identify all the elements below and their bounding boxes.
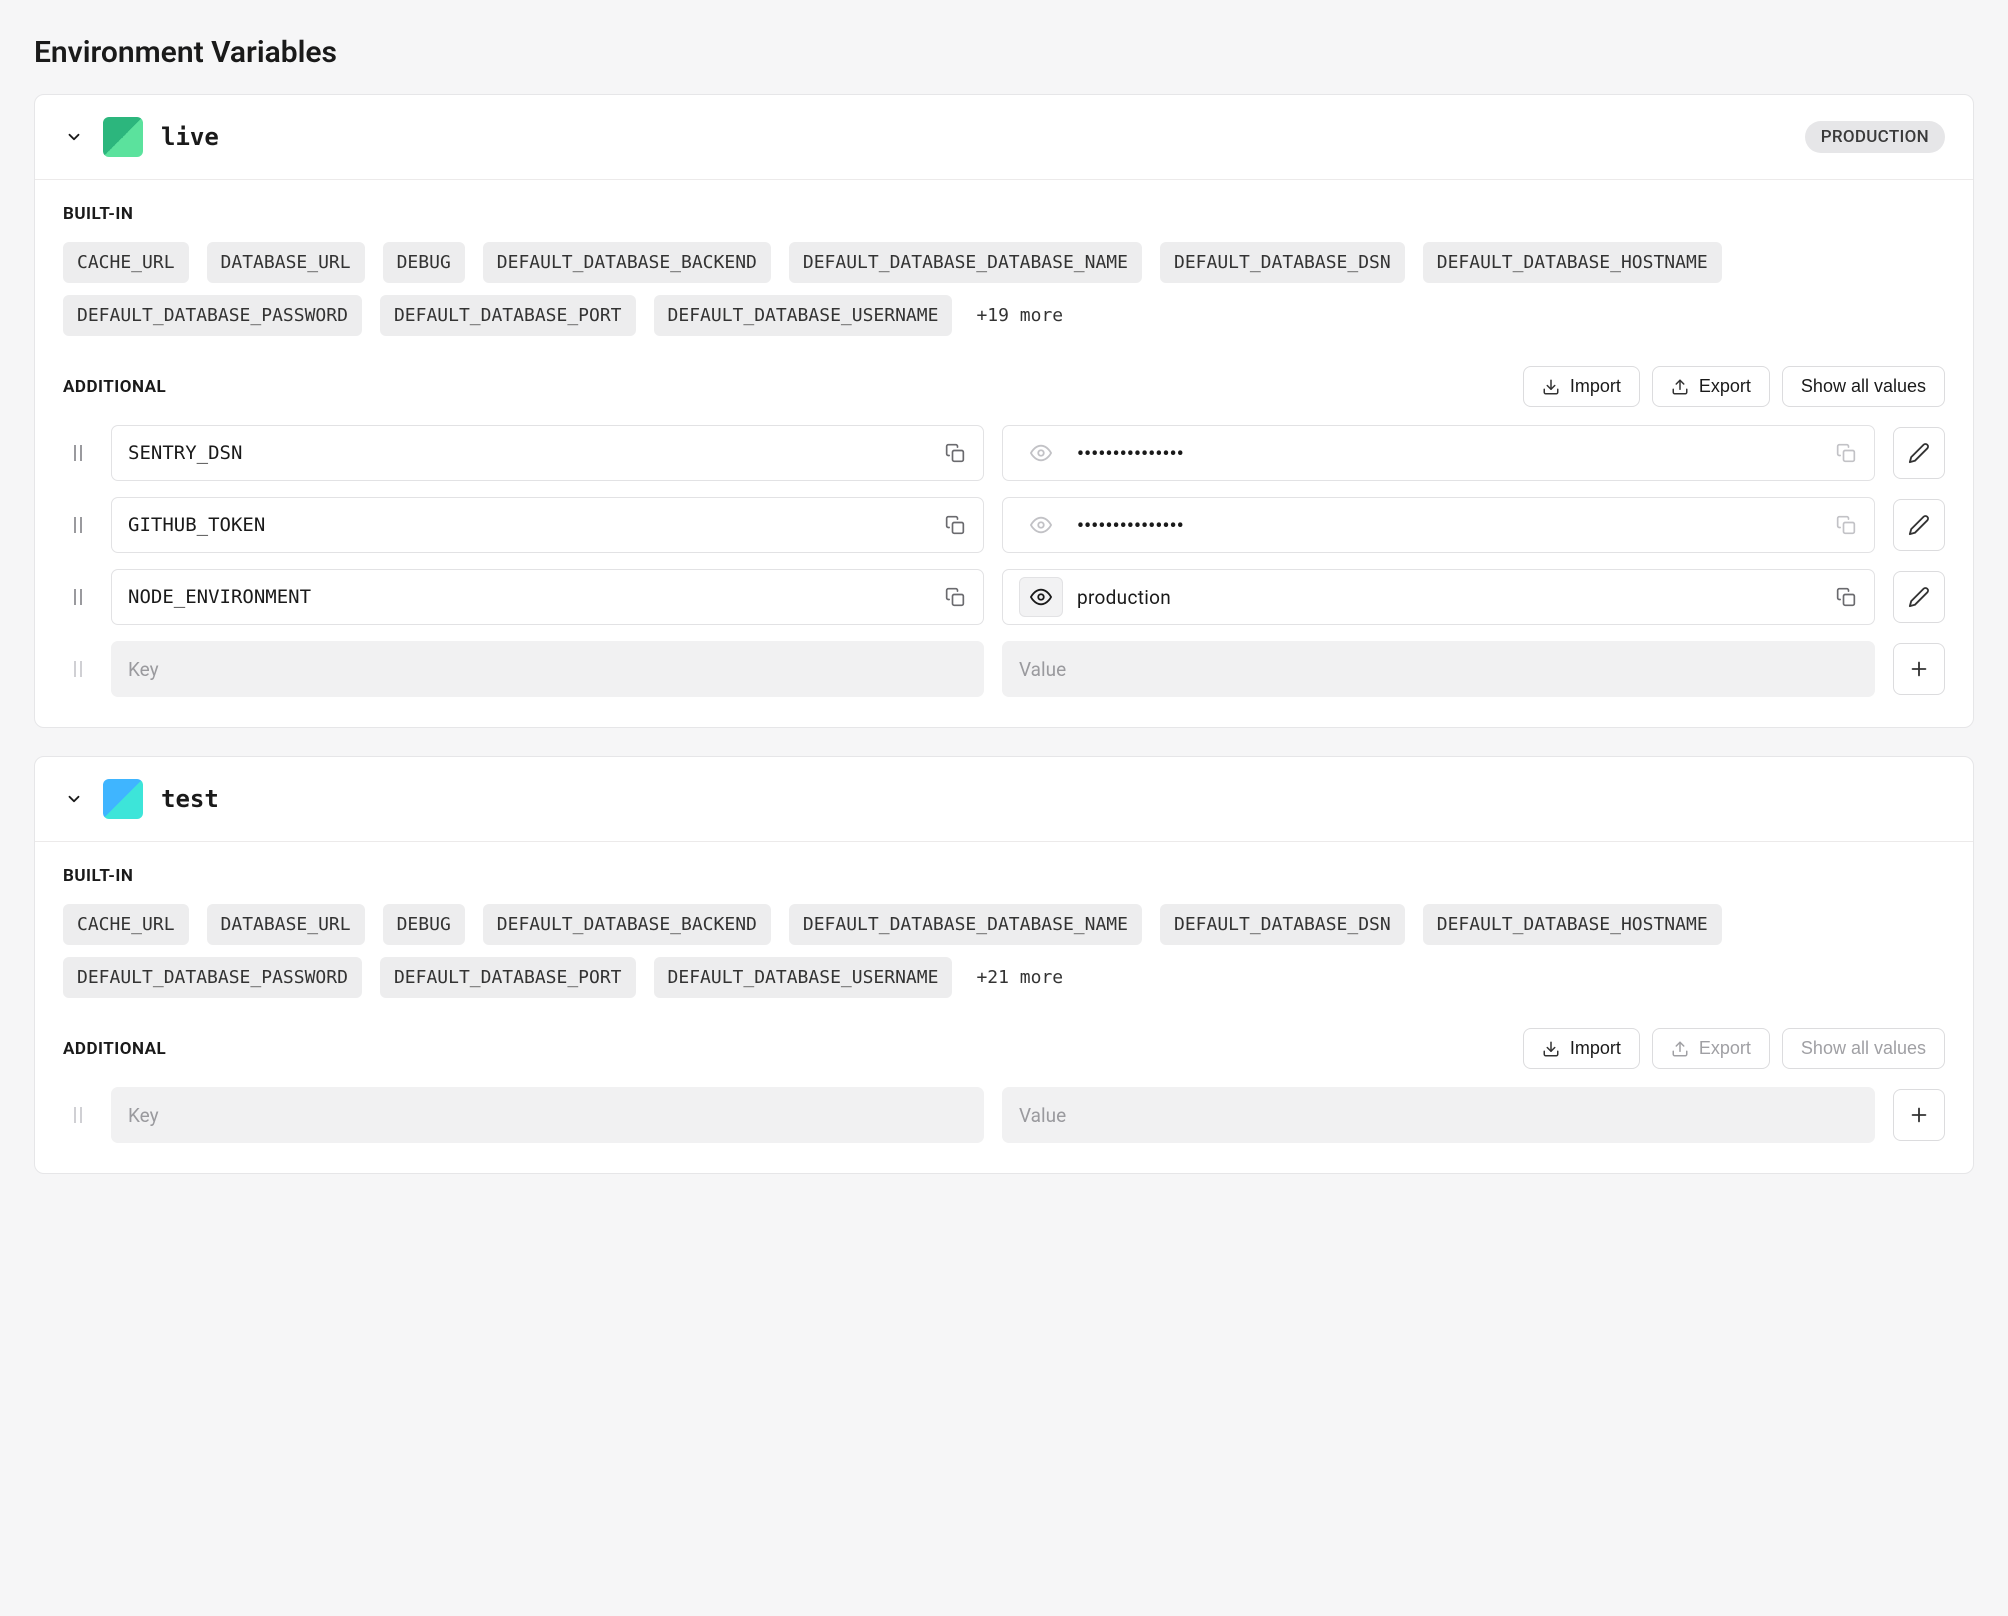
drag-handle-icon bbox=[63, 659, 93, 679]
show-all-label: Show all values bbox=[1801, 376, 1926, 397]
builtin-chip[interactable]: DEFAULT_DATABASE_DSN bbox=[1160, 904, 1405, 945]
builtin-chip[interactable]: DEFAULT_DATABASE_USERNAME bbox=[654, 957, 953, 998]
copy-icon[interactable] bbox=[1834, 585, 1858, 609]
builtin-chip[interactable]: DEFAULT_DATABASE_BACKEND bbox=[483, 904, 771, 945]
variable-key-field[interactable]: NODE_ENVIRONMENT bbox=[111, 569, 984, 625]
variable-row: NODE_ENVIRONMENT production bbox=[63, 569, 1945, 625]
export-label: Export bbox=[1699, 376, 1751, 397]
builtin-chip[interactable]: DATABASE_URL bbox=[207, 242, 365, 283]
builtin-chip[interactable]: DEFAULT_DATABASE_DSN bbox=[1160, 242, 1405, 283]
drag-handle-icon bbox=[63, 1105, 93, 1125]
key-placeholder: Key bbox=[128, 1104, 967, 1127]
variable-key-text: GITHUB_TOKEN bbox=[128, 514, 943, 536]
import-label: Import bbox=[1570, 1038, 1621, 1059]
builtin-chip[interactable]: DEFAULT_DATABASE_USERNAME bbox=[654, 295, 953, 336]
builtin-chip[interactable]: DEFAULT_DATABASE_BACKEND bbox=[483, 242, 771, 283]
builtin-chip[interactable]: DEFAULT_DATABASE_DATABASE_NAME bbox=[789, 242, 1142, 283]
builtin-more-link[interactable]: +21 more bbox=[970, 957, 1069, 998]
environment-card-test: test BUILT-IN CACHE_URL DATABASE_URL DEB… bbox=[34, 756, 1974, 1174]
builtin-label: BUILT-IN bbox=[63, 204, 1945, 224]
environment-icon bbox=[103, 117, 143, 157]
variable-value-field[interactable]: ••••••••••••••• bbox=[1002, 425, 1875, 481]
import-button[interactable]: Import bbox=[1523, 366, 1640, 407]
add-button[interactable] bbox=[1893, 643, 1945, 695]
environment-icon bbox=[103, 779, 143, 819]
builtin-chip[interactable]: DEFAULT_DATABASE_PORT bbox=[380, 295, 636, 336]
edit-button[interactable] bbox=[1893, 427, 1945, 479]
variable-value-text: production bbox=[1077, 586, 1834, 609]
builtin-more-link[interactable]: +19 more bbox=[970, 295, 1069, 336]
builtin-chip[interactable]: CACHE_URL bbox=[63, 904, 189, 945]
chevron-down-icon[interactable] bbox=[63, 126, 85, 148]
builtin-chip[interactable]: DEFAULT_DATABASE_PORT bbox=[380, 957, 636, 998]
production-badge: PRODUCTION bbox=[1805, 121, 1945, 153]
variable-key-text: SENTRY_DSN bbox=[128, 442, 943, 464]
environment-header: test bbox=[35, 757, 1973, 842]
builtin-chip-row: CACHE_URL DATABASE_URL DEBUG DEFAULT_DAT… bbox=[63, 242, 1945, 336]
variable-value-masked: ••••••••••••••• bbox=[1077, 514, 1834, 537]
value-placeholder: Value bbox=[1019, 1104, 1858, 1127]
environment-card-live: live PRODUCTION BUILT-IN CACHE_URL DATAB… bbox=[34, 94, 1974, 728]
copy-icon[interactable] bbox=[1834, 513, 1858, 537]
copy-icon[interactable] bbox=[943, 513, 967, 537]
variable-row: GITHUB_TOKEN ••••••••••••••• bbox=[63, 497, 1945, 553]
copy-icon[interactable] bbox=[943, 441, 967, 465]
additional-label: ADDITIONAL bbox=[63, 1039, 1511, 1059]
builtin-chip[interactable]: DEBUG bbox=[383, 904, 465, 945]
show-all-values-button[interactable]: Show all values bbox=[1782, 366, 1945, 407]
eye-icon[interactable] bbox=[1019, 505, 1063, 545]
import-button[interactable]: Import bbox=[1523, 1028, 1640, 1069]
builtin-chip-row: CACHE_URL DATABASE_URL DEBUG DEFAULT_DAT… bbox=[63, 904, 1945, 998]
drag-handle-icon[interactable] bbox=[63, 515, 93, 535]
new-key-input[interactable]: Key bbox=[111, 1087, 984, 1143]
variable-value-masked: ••••••••••••••• bbox=[1077, 442, 1834, 465]
show-all-values-button: Show all values bbox=[1782, 1028, 1945, 1069]
drag-handle-icon[interactable] bbox=[63, 443, 93, 463]
builtin-chip[interactable]: CACHE_URL bbox=[63, 242, 189, 283]
eye-icon[interactable] bbox=[1019, 577, 1063, 617]
environment-name: live bbox=[161, 123, 219, 151]
eye-icon[interactable] bbox=[1019, 433, 1063, 473]
builtin-label: BUILT-IN bbox=[63, 866, 1945, 886]
variable-key-field[interactable]: SENTRY_DSN bbox=[111, 425, 984, 481]
variable-row: SENTRY_DSN ••••••••••••••• bbox=[63, 425, 1945, 481]
variable-key-text: NODE_ENVIRONMENT bbox=[128, 586, 943, 608]
import-label: Import bbox=[1570, 376, 1621, 397]
variable-new-row: Key Value bbox=[63, 1087, 1945, 1143]
variable-new-row: Key Value bbox=[63, 641, 1945, 697]
drag-handle-icon[interactable] bbox=[63, 587, 93, 607]
new-value-input[interactable]: Value bbox=[1002, 1087, 1875, 1143]
copy-icon[interactable] bbox=[1834, 441, 1858, 465]
variable-value-field[interactable]: ••••••••••••••• bbox=[1002, 497, 1875, 553]
copy-icon[interactable] bbox=[943, 585, 967, 609]
additional-label: ADDITIONAL bbox=[63, 377, 1511, 397]
show-all-label: Show all values bbox=[1801, 1038, 1926, 1059]
builtin-chip[interactable]: DEFAULT_DATABASE_DATABASE_NAME bbox=[789, 904, 1142, 945]
variable-value-field[interactable]: production bbox=[1002, 569, 1875, 625]
builtin-chip[interactable]: DEFAULT_DATABASE_HOSTNAME bbox=[1423, 904, 1722, 945]
edit-button[interactable] bbox=[1893, 571, 1945, 623]
environment-name: test bbox=[161, 785, 219, 813]
edit-button[interactable] bbox=[1893, 499, 1945, 551]
chevron-down-icon[interactable] bbox=[63, 788, 85, 810]
export-button: Export bbox=[1652, 1028, 1770, 1069]
variable-key-field[interactable]: GITHUB_TOKEN bbox=[111, 497, 984, 553]
environment-header: live PRODUCTION bbox=[35, 95, 1973, 180]
export-label: Export bbox=[1699, 1038, 1751, 1059]
builtin-chip[interactable]: DEBUG bbox=[383, 242, 465, 283]
builtin-chip[interactable]: DATABASE_URL bbox=[207, 904, 365, 945]
page-title: Environment Variables bbox=[34, 35, 1974, 70]
key-placeholder: Key bbox=[128, 658, 967, 681]
builtin-chip[interactable]: DEFAULT_DATABASE_PASSWORD bbox=[63, 957, 362, 998]
builtin-chip[interactable]: DEFAULT_DATABASE_PASSWORD bbox=[63, 295, 362, 336]
export-button[interactable]: Export bbox=[1652, 366, 1770, 407]
value-placeholder: Value bbox=[1019, 658, 1858, 681]
new-value-input[interactable]: Value bbox=[1002, 641, 1875, 697]
add-button[interactable] bbox=[1893, 1089, 1945, 1141]
new-key-input[interactable]: Key bbox=[111, 641, 984, 697]
builtin-chip[interactable]: DEFAULT_DATABASE_HOSTNAME bbox=[1423, 242, 1722, 283]
